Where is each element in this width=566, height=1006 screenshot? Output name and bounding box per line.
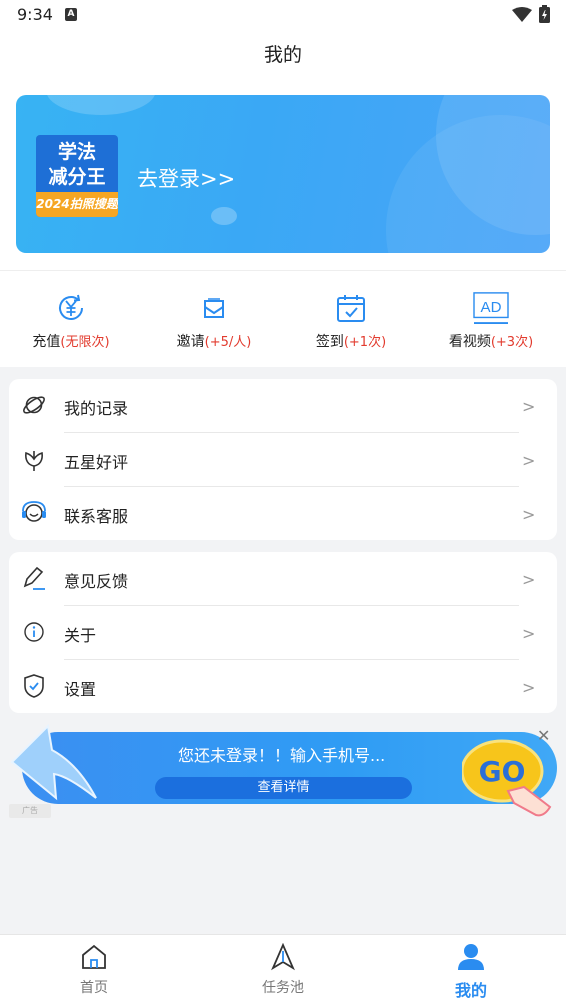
envelope-icon bbox=[204, 298, 224, 318]
navigation-arrow-icon bbox=[271, 943, 295, 971]
app-logo: 学法 减分王 2024拍照搜题 bbox=[36, 135, 118, 217]
app-logo-line3: 2024拍照搜题 bbox=[36, 192, 118, 217]
ad-details-button[interactable]: 查看详情 bbox=[155, 777, 412, 799]
invite-label: 邀请 bbox=[176, 334, 205, 350]
status-time: 9:34 bbox=[17, 5, 53, 24]
menu-label-support: 联系客服 bbox=[64, 507, 129, 526]
quick-action-invite[interactable]: 邀请(+5/人) bbox=[149, 291, 279, 351]
menu-label-records: 我的记录 bbox=[64, 399, 129, 418]
pen-icon bbox=[23, 566, 45, 590]
arrow-graphic-icon bbox=[10, 724, 97, 801]
lotus-icon bbox=[25, 451, 43, 471]
quick-action-watch-video[interactable]: AD 看视频(+3次) bbox=[426, 291, 556, 351]
ad-close-icon[interactable]: ✕ bbox=[537, 726, 550, 745]
tab-mine-label: 我的 bbox=[454, 981, 487, 1000]
yuan-refresh-icon bbox=[59, 294, 83, 320]
wifi-icon bbox=[512, 7, 532, 22]
status-bar: 9:34 A bbox=[0, 0, 566, 30]
menu-item-rating[interactable]: 五星好评 > bbox=[9, 433, 557, 487]
headset-icon bbox=[22, 501, 46, 522]
menu-label-rating: 五星好评 bbox=[64, 453, 129, 472]
planet-icon bbox=[23, 396, 45, 414]
tab-mine[interactable]: 我的 bbox=[421, 943, 521, 1001]
menu-group-1: 我的记录 > 五星好评 > 联系客服 > bbox=[9, 379, 557, 540]
quick-action-recharge[interactable]: 充值(无限次) bbox=[6, 291, 136, 351]
recharge-extra: (无限次) bbox=[60, 335, 110, 350]
chevron-right-icon: > bbox=[522, 624, 536, 643]
ad-tag: 广告 bbox=[9, 804, 51, 818]
app-logo-line2: 减分王 bbox=[48, 166, 106, 188]
svg-text:AD: AD bbox=[481, 299, 502, 316]
chevron-right-icon: > bbox=[522, 678, 536, 697]
invite-extra: (+5/人) bbox=[204, 335, 252, 350]
ad-video-icon: AD bbox=[473, 292, 509, 325]
chevron-right-icon: > bbox=[522, 397, 536, 416]
recharge-label: 充值 bbox=[32, 334, 61, 350]
home-icon bbox=[82, 944, 106, 969]
video-extra: (+3次) bbox=[490, 335, 534, 350]
menu-item-about[interactable]: 关于 > bbox=[9, 606, 557, 660]
calendar-check-icon bbox=[337, 295, 365, 322]
quick-action-checkin[interactable]: 签到(+1次) bbox=[286, 291, 416, 351]
menu-label-settings: 设置 bbox=[64, 680, 97, 699]
ad-title: 您还未登录！！输入手机号... bbox=[178, 746, 386, 765]
person-icon bbox=[458, 944, 484, 970]
tab-home-label: 首页 bbox=[80, 980, 108, 996]
bottom-tab-bar: 首页 任务池 我的 bbox=[0, 934, 566, 1006]
go-button-graphic[interactable]: GO bbox=[462, 737, 554, 817]
chevron-right-icon: > bbox=[522, 505, 536, 524]
menu-item-feedback[interactable]: 意见反馈 > bbox=[9, 552, 557, 606]
tab-task-pool-label: 任务池 bbox=[262, 980, 304, 996]
tab-home[interactable]: 首页 bbox=[44, 943, 144, 997]
info-icon bbox=[24, 622, 44, 642]
menu-label-feedback: 意见反馈 bbox=[64, 572, 129, 591]
menu-item-settings[interactable]: 设置 > bbox=[9, 660, 557, 714]
shield-check-icon bbox=[24, 674, 44, 698]
menu-label-about: 关于 bbox=[64, 626, 97, 645]
banner-section: 学法 减分王 2024拍照搜题 去登录>> bbox=[0, 80, 566, 270]
quick-actions: 充值(无限次) 邀请(+5/人) 签到(+1次) AD 看视频(+3次) bbox=[0, 270, 566, 367]
login-link[interactable]: 去登录>> bbox=[137, 163, 235, 193]
chevron-right-icon: > bbox=[522, 570, 536, 589]
chevron-right-icon: > bbox=[522, 451, 536, 470]
menu-item-records[interactable]: 我的记录 > bbox=[9, 379, 557, 433]
menu-item-support[interactable]: 联系客服 > bbox=[9, 487, 557, 541]
battery-icon bbox=[539, 5, 550, 23]
page-title: 我的 bbox=[0, 30, 566, 80]
ad-go-text: GO bbox=[479, 755, 526, 788]
tab-task-pool[interactable]: 任务池 bbox=[233, 943, 333, 997]
login-banner[interactable]: 学法 减分王 2024拍照搜题 去登录>> bbox=[16, 95, 550, 253]
ad-banner[interactable]: 您还未登录！！输入手机号... 查看详情 GO ✕ 广告 bbox=[0, 724, 566, 824]
notification-icon: A bbox=[65, 8, 77, 21]
checkin-label: 签到 bbox=[315, 334, 344, 350]
checkin-extra: (+1次) bbox=[343, 335, 387, 350]
video-label: 看视频 bbox=[448, 334, 491, 350]
app-logo-line1: 学法 bbox=[57, 141, 96, 163]
menu-group-2: 意见反馈 > 关于 > 设置 > bbox=[9, 552, 557, 713]
